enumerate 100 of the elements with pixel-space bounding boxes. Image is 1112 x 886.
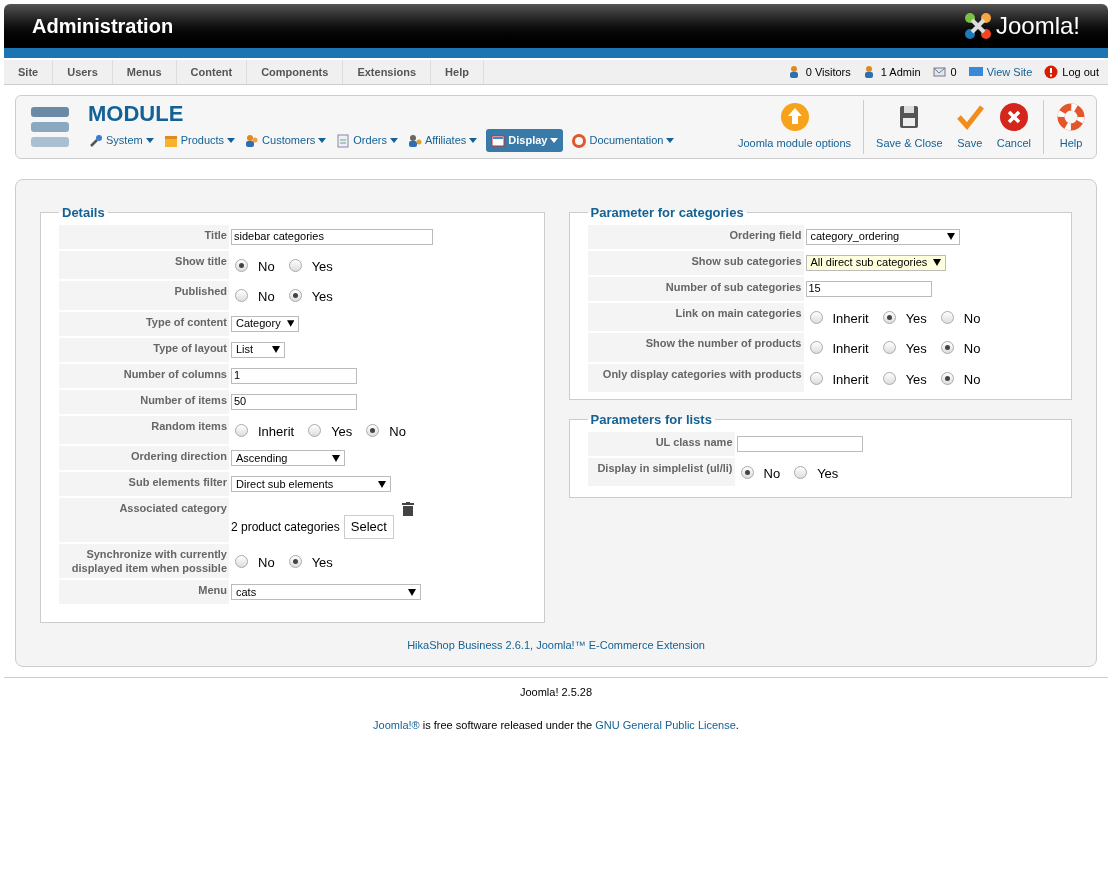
select-button[interactable]: Select: [343, 515, 394, 539]
radio-button[interactable]: [235, 423, 248, 437]
field-label: Title: [59, 224, 229, 249]
input-field[interactable]: 1: [231, 367, 357, 384]
joomla-link[interactable]: Joomla!®: [373, 718, 420, 731]
submenu-item[interactable]: Documentation: [571, 129, 676, 152]
input-field[interactable]: sidebar categories: [231, 228, 433, 245]
radio-label: Inherit: [832, 309, 869, 328]
trash-icon[interactable]: [401, 502, 414, 516]
radio-button[interactable]: [308, 423, 322, 437]
dropdown[interactable]: category_ordering: [805, 228, 960, 245]
field-label: Show title: [59, 250, 229, 279]
upload-icon: [779, 102, 810, 133]
dropdown[interactable]: List: [231, 341, 285, 358]
radio-button[interactable]: [882, 371, 896, 385]
field-label: Synchronize with currently displayed item when possible: [59, 544, 229, 578]
submenu-item[interactable]: Affiliates: [406, 129, 479, 152]
field-label: Type of content: [59, 311, 229, 336]
cancel-icon: [998, 102, 1029, 133]
field-label: Published: [59, 281, 229, 310]
status-text[interactable]: 0: [950, 63, 957, 81]
submenu-item[interactable]: Orders: [335, 129, 399, 152]
dropdown[interactable]: cats: [231, 584, 421, 600]
field-label: Number of items: [59, 389, 229, 414]
menu-item[interactable]: Menus: [112, 60, 177, 84]
radio-button[interactable]: [940, 371, 954, 385]
license-text: Joomla!® is free software released under the GNU General Public License.: [373, 718, 739, 731]
toolbar-button[interactable]: Cancel: [990, 100, 1037, 154]
caret-icon: [145, 137, 154, 144]
field-label: Ordering direction: [59, 446, 229, 470]
toolbar-button[interactable]: Joomla module options: [731, 100, 858, 154]
submenu-item[interactable]: Display: [486, 129, 564, 152]
radio-button[interactable]: [809, 310, 823, 324]
field-label: Only display categories with products: [587, 363, 804, 392]
dropdown[interactable]: All direct sub categories: [805, 254, 947, 271]
field-label: Sub elements filter: [59, 472, 229, 496]
toolbar-button[interactable]: Save: [948, 100, 991, 154]
radio-label: No: [963, 309, 981, 328]
submenu-item[interactable]: Products: [162, 129, 237, 152]
radio-button[interactable]: [882, 341, 896, 355]
dropdown[interactable]: Category: [231, 315, 299, 332]
radio-button[interactable]: [235, 555, 248, 568]
dropdown[interactable]: Direct sub elements: [231, 476, 391, 492]
field-label: Show the number of products: [587, 333, 804, 362]
menu-item[interactable]: Content: [176, 60, 248, 84]
radio-label: No: [763, 464, 781, 483]
caret-icon: [469, 137, 478, 144]
license-link[interactable]: GNU General Public License: [595, 718, 736, 731]
page-title: MODULE: [88, 102, 185, 127]
menu-item[interactable]: Extensions: [343, 60, 432, 84]
caret-icon: [946, 233, 955, 240]
menu-item[interactable]: Site: [4, 60, 54, 84]
radio-button[interactable]: [288, 258, 302, 272]
radio-button[interactable]: [809, 341, 823, 355]
toolbar-button[interactable]: Save & Close: [870, 100, 949, 154]
submenu-item[interactable]: Customers: [244, 129, 328, 152]
section-title: Parameters for lists: [589, 411, 713, 429]
menu-item[interactable]: Components: [247, 60, 344, 84]
caret-icon: [378, 480, 386, 488]
people-icon: [245, 133, 260, 148]
radio-button[interactable]: [235, 289, 248, 303]
submenu-item[interactable]: System: [88, 129, 155, 152]
caret-icon: [286, 320, 294, 327]
caret-icon: [332, 454, 340, 462]
logout-link[interactable]: Log out: [1062, 63, 1099, 81]
toolbar-button[interactable]: Help: [1050, 100, 1092, 154]
radio-button[interactable]: [794, 465, 808, 479]
module-icon: [30, 105, 70, 149]
view-site-link[interactable]: View Site: [986, 63, 1033, 81]
dropdown[interactable]: Ascending: [231, 450, 345, 466]
radio-button[interactable]: [288, 289, 302, 303]
radio-label: Inherit: [832, 370, 869, 389]
radio-label: No: [963, 340, 981, 358]
radio-button[interactable]: [235, 258, 248, 272]
input-field[interactable]: 50: [231, 393, 357, 410]
input-field[interactable]: [736, 435, 863, 452]
status-text: 1 Admin: [880, 64, 921, 80]
radio-button[interactable]: [940, 341, 954, 355]
section-title: Parameter for categories: [589, 204, 745, 222]
input-field[interactable]: 15: [805, 280, 932, 297]
credit-link[interactable]: HikaShop Business 2.6.1, Joomla!™ E-Commerce Extension: [407, 639, 705, 651]
caret-icon: [550, 137, 559, 144]
logo-text: Joomla!: [995, 11, 1080, 41]
document-icon: [336, 133, 351, 148]
field-label: Display in simplelist (ul/li): [587, 457, 735, 486]
radio-button[interactable]: [882, 310, 896, 324]
menu-item[interactable]: Help: [431, 60, 484, 84]
category-count: 2 product categories: [231, 519, 340, 536]
menu-item[interactable]: Users: [53, 60, 113, 84]
radio-label: No: [963, 370, 981, 389]
radio-button[interactable]: [740, 465, 754, 479]
radio-button[interactable]: [366, 423, 380, 437]
radio-label: Yes: [905, 340, 927, 358]
monitor-icon: [968, 65, 983, 79]
field-label: Associated category: [59, 498, 229, 542]
radio-button[interactable]: [940, 310, 954, 324]
status-text: 0 Visitors: [805, 64, 851, 80]
radio-button[interactable]: [288, 555, 302, 568]
envelope-icon: [932, 65, 947, 79]
radio-button[interactable]: [809, 371, 823, 385]
